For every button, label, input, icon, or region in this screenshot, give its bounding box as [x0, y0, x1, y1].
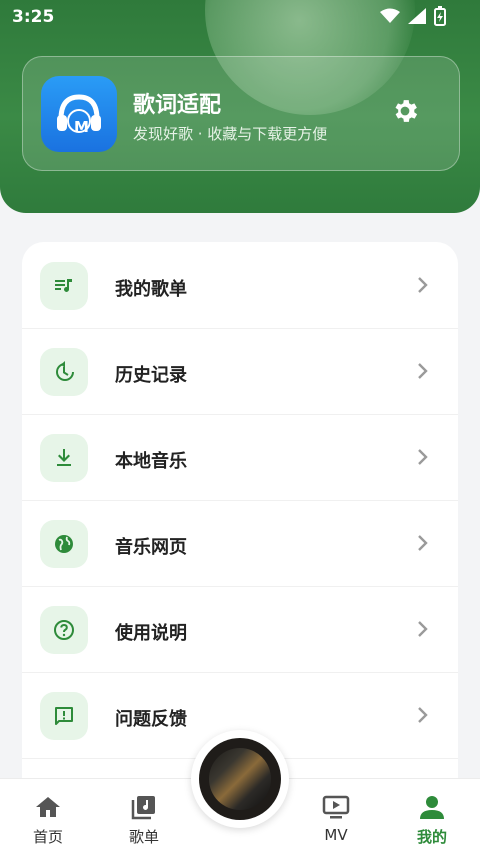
status-icons [380, 6, 446, 30]
menu-label: 音乐网页 [115, 537, 187, 558]
menu-item-playlist[interactable]: 我的歌单 [22, 242, 458, 329]
nav-label: MV [324, 826, 348, 844]
nav-label: 首页 [32, 828, 63, 846]
menu-card: 我的歌单 历史记录 本地音乐 音乐网页 使用说明 问题反馈 [22, 242, 458, 802]
chevron-right-icon [418, 707, 428, 723]
menu-label: 本地音乐 [115, 451, 187, 472]
app-logo: M [41, 76, 117, 152]
app-info-card: M 歌词适配 发现好歌 · 收藏与下载更方便 [22, 56, 460, 171]
playlist-icon [40, 262, 88, 310]
feedback-icon [40, 692, 88, 740]
history-icon [40, 348, 88, 396]
menu-item-local-music[interactable]: 本地音乐 [22, 414, 458, 501]
menu-label: 我的歌单 [115, 279, 187, 300]
menu-label: 问题反馈 [115, 709, 187, 730]
profile-header: 3:25 M 歌词适配 发现好歌 · 收藏与下载更方便 [0, 0, 480, 213]
globe-icon [40, 520, 88, 568]
tv-icon [322, 793, 350, 821]
menu-label: 使用说明 [115, 623, 187, 644]
now-playing-disc[interactable] [191, 730, 289, 828]
nav-mine[interactable]: 我的 [384, 779, 480, 854]
home-icon [34, 793, 62, 821]
wifi-icon [380, 8, 400, 28]
person-icon [418, 793, 446, 821]
chevron-right-icon [418, 621, 428, 637]
chevron-right-icon [418, 535, 428, 551]
logo-letter: M [74, 118, 89, 136]
app-subtitle: 发现好歌 · 收藏与下载更方便 [133, 125, 328, 143]
album-art [199, 738, 281, 820]
menu-item-instructions[interactable]: 使用说明 [22, 586, 458, 673]
nav-label: 我的 [416, 828, 447, 846]
nav-playlist[interactable]: 歌单 [96, 779, 192, 854]
signal-icon [408, 8, 426, 28]
status-bar: 3:25 [0, 0, 480, 34]
menu-item-music-web[interactable]: 音乐网页 [22, 500, 458, 587]
nav-home[interactable]: 首页 [0, 779, 96, 854]
status-time: 3:25 [12, 7, 55, 27]
chevron-right-icon [418, 363, 428, 379]
download-icon [40, 434, 88, 482]
nav-mv[interactable]: MV [288, 779, 384, 854]
help-icon [40, 606, 88, 654]
chevron-right-icon [418, 277, 428, 293]
music-library-icon [130, 793, 158, 821]
gear-icon [390, 96, 420, 130]
app-name: 歌词适配 [133, 93, 222, 118]
nav-label: 歌单 [128, 828, 159, 846]
album-cover-image [209, 748, 271, 810]
menu-item-history[interactable]: 历史记录 [22, 328, 458, 415]
battery-icon [434, 6, 446, 30]
settings-button[interactable] [387, 95, 423, 131]
menu-label: 历史记录 [115, 365, 187, 386]
chevron-right-icon [418, 449, 428, 465]
